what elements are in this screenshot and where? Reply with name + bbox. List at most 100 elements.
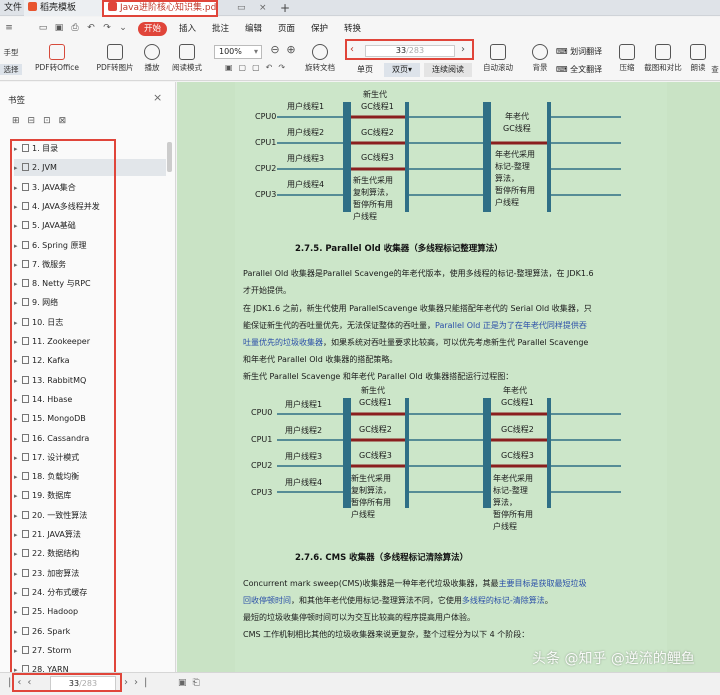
compress-button[interactable]: 压缩 — [616, 41, 638, 81]
tab-close-icon[interactable]: × — [255, 0, 269, 16]
expand-arrow-icon[interactable]: ▸ — [14, 546, 20, 563]
bookmark-item[interactable]: ▸ 3. JAVA集合 — [14, 179, 166, 196]
menu-edit[interactable]: 编辑 — [245, 22, 262, 36]
view-icons[interactable]: ▣▢▢↶↷ — [216, 63, 300, 77]
status-view-icons[interactable]: ▣⎗ — [178, 678, 206, 688]
continuous-read-button[interactable]: 连续阅读 — [424, 63, 472, 77]
close-sidebar-icon[interactable]: × — [153, 91, 162, 104]
expand-arrow-icon[interactable]: ▸ — [14, 276, 20, 293]
bookmark-item[interactable]: ▸ 25. Hadoop — [14, 603, 166, 620]
bookmark-item[interactable]: ▸ 22. 数据结构 — [14, 545, 166, 562]
bookmark-item[interactable]: ▸ 13. RabbitMQ — [14, 372, 166, 389]
expand-arrow-icon[interactable]: ▸ — [14, 431, 20, 448]
expand-arrow-icon[interactable]: ▸ — [14, 295, 20, 312]
play-button[interactable]: 播放 — [140, 41, 164, 81]
expand-arrow-icon[interactable]: ▸ — [14, 199, 20, 216]
read-mode-button[interactable]: 阅读模式 — [168, 41, 206, 81]
bookmark-item[interactable]: ▸ 9. 网络 — [14, 294, 166, 311]
status-page-input[interactable]: 33/283 — [50, 676, 116, 691]
dropdown-icon[interactable]: ⌄ — [118, 23, 128, 33]
expand-arrow-icon[interactable]: ▸ — [14, 392, 20, 409]
tab-pdf-active[interactable]: Java进阶核心知识集.pdf — [104, 0, 216, 16]
expand-arrow-icon[interactable]: ▸ — [14, 411, 20, 428]
page-nav-first-prev[interactable]: |‹‹ — [8, 677, 37, 688]
expand-arrow-icon[interactable]: ▸ — [14, 218, 20, 235]
select-tool-label[interactable]: 选择 — [0, 64, 22, 75]
bookmark-item[interactable]: ▸ 27. Storm — [14, 642, 166, 659]
rotate-doc-button[interactable]: 旋转文档 — [302, 41, 338, 81]
translate-full-button[interactable]: ⌨ 全文翻译 — [556, 63, 614, 77]
save-icon[interactable]: ▣ — [54, 23, 64, 33]
bookmark-item[interactable]: ▸ 26. Spark — [14, 623, 166, 640]
auto-scroll-button[interactable]: 自动滚动 — [478, 41, 518, 81]
new-tab-button[interactable]: + — [276, 0, 290, 16]
expand-arrow-icon[interactable]: ▸ — [14, 508, 20, 525]
bookmark-item[interactable]: ▸ 5. JAVA基础 — [14, 217, 166, 234]
expand-arrow-icon[interactable]: ▸ — [14, 180, 20, 197]
menu-comment[interactable]: 批注 — [212, 22, 229, 36]
bookmark-item[interactable]: ▸ 1. 目录 — [14, 140, 166, 157]
expand-arrow-icon[interactable]: ▸ — [14, 527, 20, 544]
bookmark-item[interactable]: ▸ 24. 分布式缓存 — [14, 584, 166, 601]
expand-arrow-icon[interactable]: ▸ — [14, 450, 20, 467]
tab-more-icon[interactable]: ▭ — [233, 0, 247, 16]
screenshot-compare-button[interactable]: 截图和对比 — [642, 41, 684, 81]
bookmark-item[interactable]: ▸ 2. JVM — [14, 159, 166, 177]
bookmark-item[interactable]: ▸ 6. Spring 原理 — [14, 237, 166, 254]
prev-page-icon[interactable]: ‹ — [350, 44, 354, 55]
open-file-icon[interactable]: ▭ — [38, 23, 48, 33]
hand-tool-button[interactable]: 手型 选择 — [0, 41, 22, 81]
page-input[interactable]: 33/283 — [365, 45, 455, 57]
print-icon[interactable]: ⎙ — [70, 23, 80, 33]
bookmark-item[interactable]: ▸ 20. 一致性算法 — [14, 507, 166, 524]
single-page-button[interactable]: 单页 — [350, 63, 380, 77]
bookmark-item[interactable]: ▸ 19. 数据库 — [14, 487, 166, 504]
expand-arrow-icon[interactable]: ▸ — [14, 315, 20, 332]
expand-arrow-icon[interactable]: ▸ — [14, 643, 20, 660]
expand-arrow-icon[interactable]: ▸ — [14, 353, 20, 370]
bookmark-item[interactable]: ▸ 4. JAVA多线程并发 — [14, 198, 166, 215]
expand-arrow-icon[interactable]: ▸ — [14, 238, 20, 255]
expand-arrow-icon[interactable]: ▸ — [14, 334, 20, 351]
document-view[interactable]: CPU0 CPU1 CPU2 CPU3 用户线程1 用户线程2 用户线程3 用户… — [177, 82, 720, 672]
bookmark-item[interactable]: ▸ 15. MongoDB — [14, 410, 166, 427]
bookmark-tools[interactable]: ⊞⊟⊡⊠ — [12, 116, 74, 126]
bookmark-item[interactable]: ▸ 8. Netty 与RPC — [14, 275, 166, 292]
menu-page[interactable]: 页面 — [278, 22, 295, 36]
file-menu[interactable]: 文件 — [0, 0, 22, 16]
expand-arrow-icon[interactable]: ▸ — [14, 257, 20, 274]
expand-arrow-icon[interactable]: ▸ — [14, 624, 20, 641]
expand-arrow-icon[interactable]: ▸ — [14, 160, 20, 177]
page-nav-next-last[interactable]: ››| — [124, 677, 153, 688]
expand-arrow-icon[interactable]: ▸ — [14, 585, 20, 602]
expand-arrow-icon[interactable]: ▸ — [14, 488, 20, 505]
menu-protect[interactable]: 保护 — [311, 22, 328, 36]
double-page-button[interactable]: 双页▾ — [384, 63, 420, 77]
expand-arrow-icon[interactable]: ▸ — [14, 373, 20, 390]
read-aloud-button[interactable]: 朗读 — [688, 41, 708, 81]
tab-template[interactable]: 稻壳模板 — [24, 0, 102, 16]
translate-word-button[interactable]: ⌨ 划词翻译 — [556, 45, 614, 59]
expand-arrow-icon[interactable]: ▸ — [14, 566, 20, 583]
menu-icon[interactable]: ≡ — [4, 23, 14, 33]
bookmark-item[interactable]: ▸ 10. 日志 — [14, 314, 166, 331]
expand-arrow-icon[interactable]: ▸ — [14, 469, 20, 486]
expand-arrow-icon[interactable]: ▸ — [14, 604, 20, 621]
zoom-select[interactable]: 100% ▾ — [214, 45, 262, 59]
find-button[interactable]: 查 — [710, 41, 720, 81]
menu-start[interactable]: 开始 — [138, 22, 168, 36]
pdf-to-image-button[interactable]: PDF转图片 — [94, 41, 136, 81]
next-page-icon[interactable]: › — [461, 44, 465, 55]
bookmark-item[interactable]: ▸ 14. Hbase — [14, 391, 166, 408]
bookmark-item[interactable]: ▸ 16. Cassandra — [14, 430, 166, 447]
zoom-in-icon[interactable]: ⊕ — [284, 43, 298, 59]
page-navigator[interactable]: ‹ 33/283 › — [345, 42, 473, 60]
pdf-to-office-button[interactable]: PDF转Office — [30, 41, 84, 81]
expand-arrow-icon[interactable]: ▸ — [14, 141, 20, 158]
bookmark-item[interactable]: ▸ 12. Kafka — [14, 352, 166, 369]
menu-convert[interactable]: 转换 — [344, 22, 361, 36]
background-button[interactable]: 背景 — [528, 41, 552, 81]
bookmark-item[interactable]: ▸ 21. JAVA算法 — [14, 526, 166, 543]
undo-icon[interactable]: ↶ — [86, 23, 96, 33]
bookmark-item[interactable]: ▸ 7. 微服务 — [14, 256, 166, 273]
